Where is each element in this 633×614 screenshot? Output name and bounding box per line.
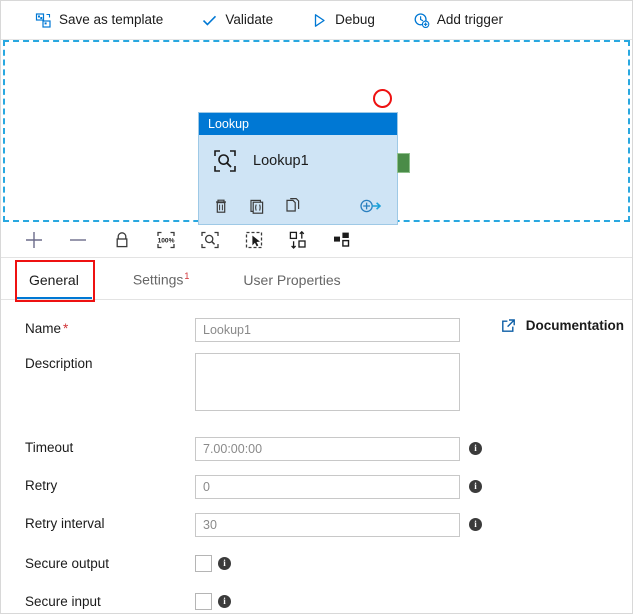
tab-settings[interactable]: Settings1 bbox=[129, 271, 194, 299]
lookup-magnifier-icon bbox=[212, 148, 238, 174]
documentation-link[interactable]: Documentation bbox=[500, 317, 624, 334]
add-trigger-label: Add trigger bbox=[436, 12, 503, 28]
validate-label: Validate bbox=[225, 12, 274, 28]
tab-general-label: General bbox=[29, 272, 79, 288]
red-circle-annotation bbox=[373, 89, 392, 108]
play-triangle-icon bbox=[311, 12, 328, 29]
field-row-retry: Retry i bbox=[1, 475, 632, 499]
delete-icon[interactable] bbox=[212, 197, 230, 215]
auto-align-icon[interactable] bbox=[287, 229, 309, 251]
timeout-info-icon[interactable]: i bbox=[469, 442, 482, 455]
canvas-tool-strip: 100% bbox=[1, 222, 632, 258]
zoom-out-icon[interactable] bbox=[67, 229, 89, 251]
add-trigger-button[interactable]: Add trigger bbox=[413, 12, 503, 29]
success-output-port[interactable] bbox=[397, 153, 410, 173]
pipeline-editor-page: Save as template Validate Debug Add trig… bbox=[0, 0, 633, 614]
tab-general[interactable]: General bbox=[16, 272, 92, 299]
pipeline-toolbar: Save as template Validate Debug Add trig… bbox=[1, 1, 632, 40]
tab-settings-badge: 1 bbox=[184, 271, 190, 282]
layout-icon[interactable] bbox=[331, 229, 353, 251]
name-label-text: Name bbox=[25, 321, 62, 336]
name-label: Name * bbox=[25, 318, 195, 336]
node-header: Lookup bbox=[199, 113, 397, 135]
field-row-retry-interval: Retry interval i bbox=[1, 513, 632, 537]
code-icon[interactable] bbox=[248, 197, 266, 215]
name-input[interactable] bbox=[195, 318, 460, 342]
zoom-100-icon[interactable]: 100% bbox=[155, 229, 177, 251]
add-output-icon[interactable] bbox=[359, 197, 383, 215]
svg-text:100%: 100% bbox=[158, 237, 175, 244]
secure-input-label: Secure input bbox=[25, 594, 101, 609]
add-trigger-clock-icon bbox=[413, 12, 430, 29]
documentation-label: Documentation bbox=[525, 318, 624, 333]
clone-icon[interactable] bbox=[284, 197, 302, 215]
field-row-description: Description bbox=[1, 353, 632, 411]
retry-info-icon[interactable]: i bbox=[469, 480, 482, 493]
save-as-template-button[interactable]: Save as template bbox=[35, 12, 163, 29]
properties-tabs: General Settings1 User Properties bbox=[1, 258, 632, 302]
retry-interval-input[interactable] bbox=[195, 513, 460, 537]
secure-input-checkbox[interactable] bbox=[195, 593, 212, 610]
secure-input-info-icon[interactable]: i bbox=[218, 595, 231, 608]
node-name-label: Lookup1 bbox=[253, 153, 309, 169]
tab-user-properties[interactable]: User Properties bbox=[239, 272, 344, 299]
tab-settings-label: Settings bbox=[132, 272, 184, 288]
field-row-secure-input: Secure input i bbox=[1, 591, 632, 614]
lock-icon[interactable] bbox=[111, 229, 133, 251]
required-asterisk: * bbox=[63, 321, 69, 336]
general-tab-form: Name* Description Timeout i Retry i Retr… bbox=[1, 300, 632, 614]
secure-output-info-icon[interactable]: i bbox=[218, 557, 231, 570]
retry-interval-label: Retry interval bbox=[25, 516, 105, 531]
node-type-label: Lookup bbox=[208, 117, 250, 131]
external-link-icon bbox=[500, 317, 517, 334]
debug-button[interactable]: Debug bbox=[311, 12, 375, 29]
timeout-label: Timeout bbox=[25, 440, 74, 455]
field-row-secure-output: Secure output i bbox=[1, 553, 632, 577]
retry-interval-info-icon[interactable]: i bbox=[469, 518, 482, 531]
secure-output-checkbox[interactable] bbox=[195, 555, 212, 572]
node-body: Lookup1 bbox=[199, 135, 397, 187]
timeout-input[interactable] bbox=[195, 437, 460, 461]
secure-output-label: Secure output bbox=[25, 556, 110, 571]
tab-user-properties-label: User Properties bbox=[243, 272, 341, 288]
description-label: Description bbox=[25, 356, 93, 371]
node-action-bar bbox=[199, 187, 397, 224]
save-template-icon bbox=[35, 12, 52, 29]
pipeline-canvas[interactable]: Lookup Lookup1 bbox=[3, 40, 630, 225]
zoom-in-icon[interactable] bbox=[23, 229, 45, 251]
checkmark-icon bbox=[201, 12, 218, 29]
retry-label: Retry bbox=[25, 478, 58, 493]
select-all-icon[interactable] bbox=[243, 229, 265, 251]
save-as-template-label: Save as template bbox=[59, 12, 164, 28]
validate-button[interactable]: Validate bbox=[201, 12, 273, 29]
debug-label: Debug bbox=[335, 12, 375, 28]
description-textarea[interactable] bbox=[195, 353, 460, 411]
retry-input[interactable] bbox=[195, 475, 460, 499]
activity-node-lookup1[interactable]: Lookup Lookup1 bbox=[198, 112, 398, 225]
field-row-timeout: Timeout i bbox=[1, 437, 632, 461]
zoom-to-fit-icon[interactable] bbox=[199, 229, 221, 251]
